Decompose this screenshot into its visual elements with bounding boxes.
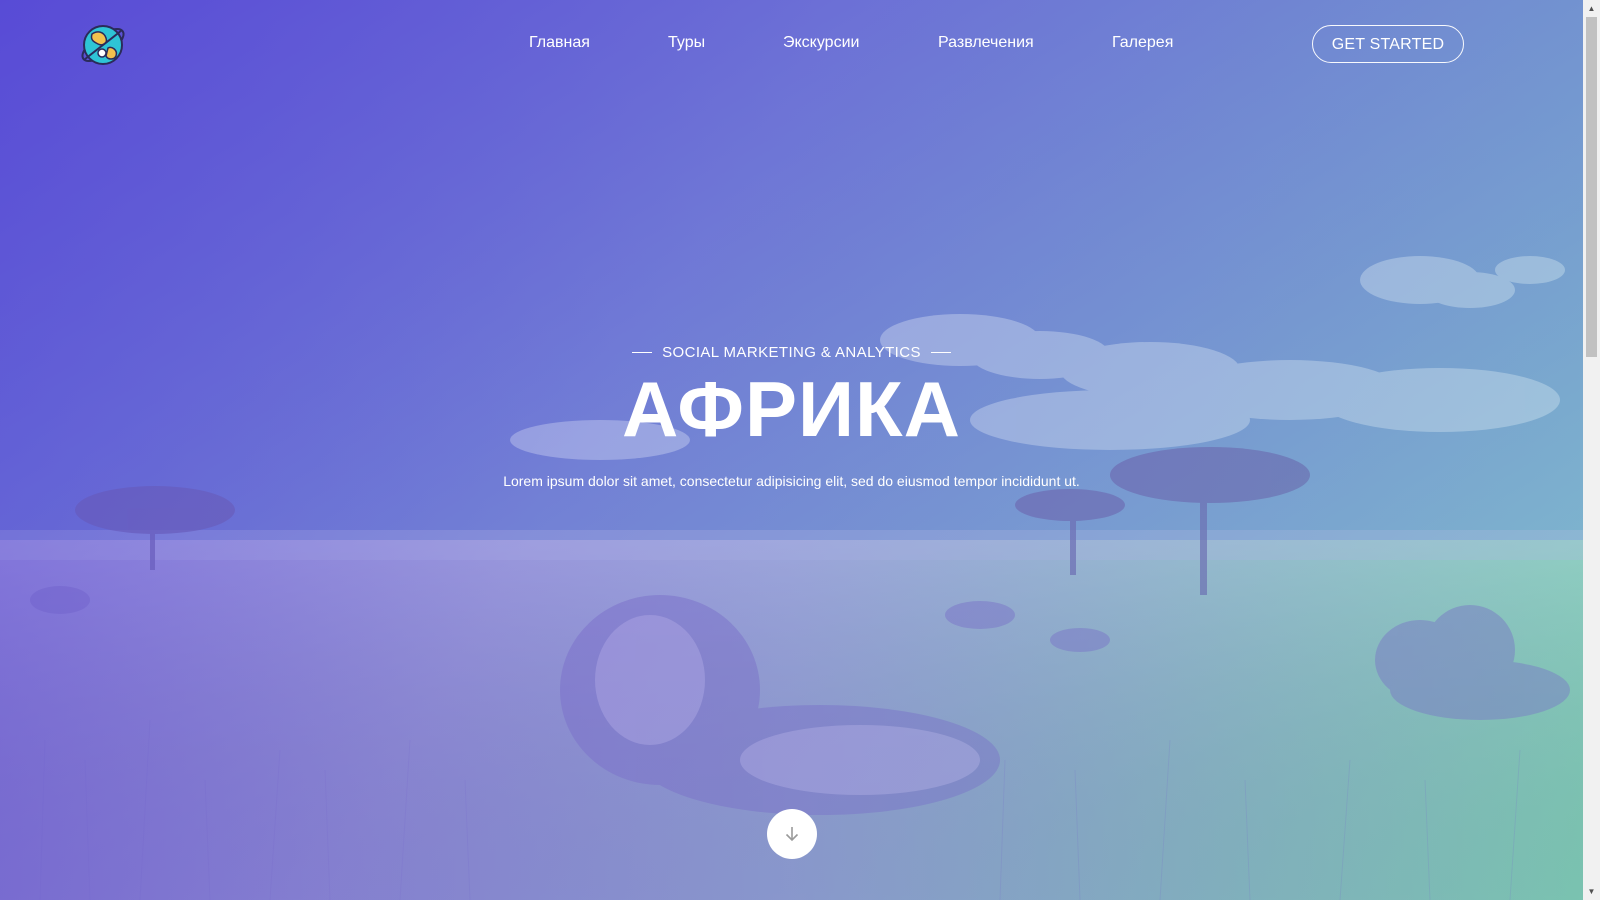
nav-link-home[interactable]: Главная (529, 34, 590, 52)
get-started-button[interactable]: GET STARTED (1312, 25, 1464, 63)
chevron-down-icon[interactable]: ▼ (1583, 883, 1600, 900)
scrollbar-thumb[interactable] (1586, 17, 1597, 357)
hero-lead-text: Lorem ipsum dolor sit amet, consectetur … (503, 473, 1080, 489)
nav-link-excursions[interactable]: Экскурсии (783, 34, 859, 52)
nav-link-gallery[interactable]: Галерея (1112, 34, 1173, 52)
subtitle-line-right (930, 352, 951, 353)
page-scrollbar[interactable]: ▲ ▼ (1583, 0, 1600, 900)
subtitle-line-left (632, 352, 653, 353)
hero-section: Главная Туры Экскурсии Развлечения Галер… (0, 0, 1583, 900)
page: Главная Туры Экскурсии Развлечения Галер… (0, 0, 1600, 900)
hero-subtitle-text: SOCIAL MARKETING & ANALYTICS (662, 344, 921, 361)
top-navigation: Главная Туры Экскурсии Развлечения Галер… (0, 0, 1583, 88)
arrow-down-icon (785, 827, 799, 842)
nav-link-tours[interactable]: Туры (668, 34, 705, 52)
hero-content: SOCIAL MARKETING & ANALYTICS АФРИКА Lore… (0, 340, 1583, 489)
chevron-up-icon[interactable]: ▲ (1583, 0, 1600, 17)
hero-subtitle: SOCIAL MARKETING & ANALYTICS (632, 344, 951, 361)
hero-title: АФРИКА (622, 365, 961, 453)
nav-link-entertainment[interactable]: Развлечения (938, 34, 1034, 52)
scroll-down-button[interactable] (767, 809, 817, 859)
